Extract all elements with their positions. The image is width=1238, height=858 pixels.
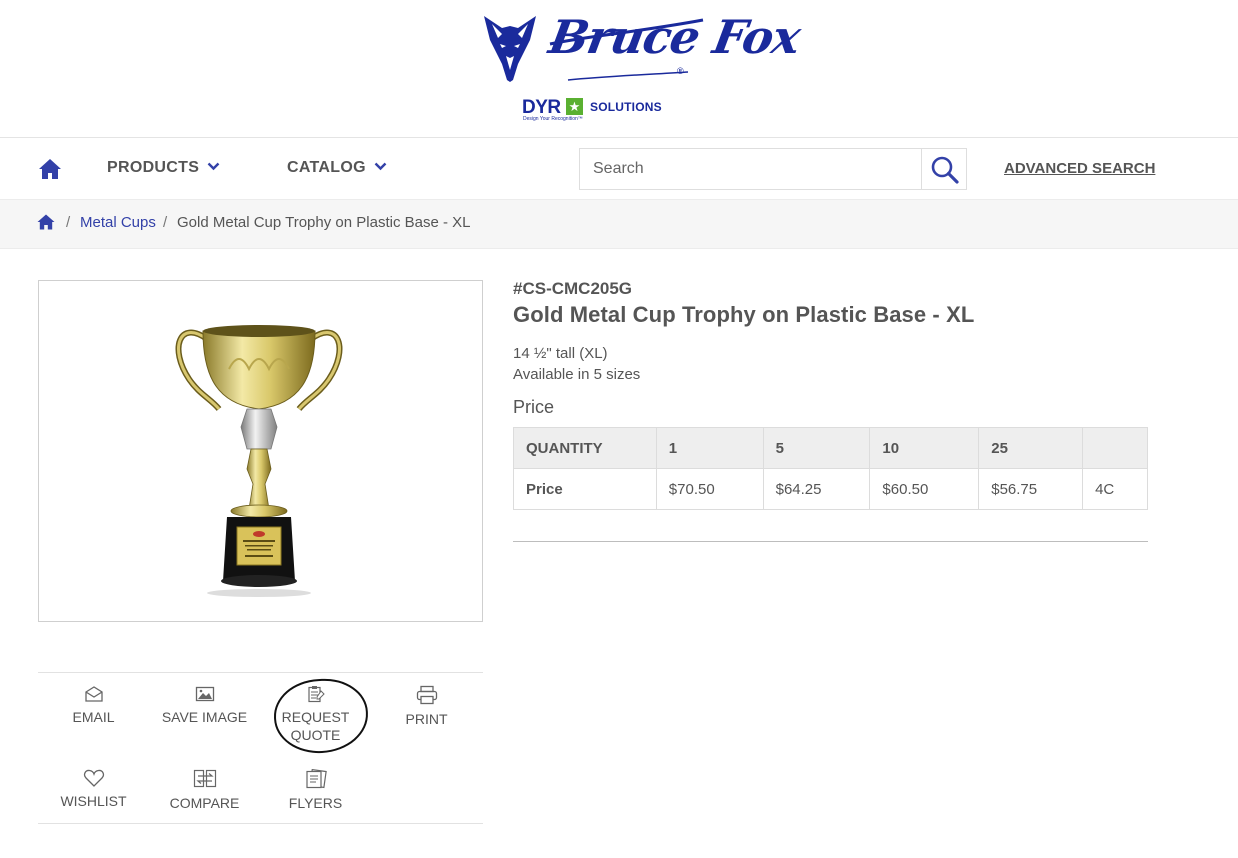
save-image-label: SAVE IMAGE [161, 709, 248, 725]
envelope-icon [84, 686, 103, 702]
printer-icon [416, 685, 437, 705]
dyr-solutions-logo: DYR ★ SOLUTIONS Design Your Recognition™ [522, 97, 667, 123]
table-header-cell: 10 [869, 427, 980, 469]
chevron-down-icon [374, 162, 387, 171]
product-image[interactable] [38, 280, 483, 622]
brand-name[interactable]: Bruce Fox [545, 10, 804, 64]
table-cell: 4C [1082, 468, 1148, 510]
table-cell: $64.25 [762, 468, 871, 510]
dyr-tagline: Design Your Recognition™ [523, 116, 583, 122]
home-icon[interactable] [38, 158, 62, 180]
dyr-solutions-text: SOLUTIONS [590, 100, 662, 114]
wishlist-button[interactable]: WISHLIST [38, 769, 149, 810]
request-quote-button[interactable]: REQUEST QUOTE [260, 685, 371, 744]
main-navbar: PRODUCTS CATALOG ADVANCED SEARCH [0, 137, 1238, 199]
breadcrumb-separator: / [163, 214, 168, 231]
breadcrumb-separator: / [66, 214, 71, 231]
breadcrumb-category-link[interactable]: Metal Cups [80, 214, 156, 231]
catalog-menu-label: CATALOG [287, 159, 366, 176]
flyers-button[interactable]: FLYERS [260, 769, 371, 812]
products-menu-label: PRODUCTS [107, 159, 200, 176]
print-label: PRINT [405, 711, 448, 727]
table-header-cell: 5 [762, 427, 871, 469]
price-heading: Price [513, 397, 555, 417]
compare-button[interactable]: COMPARE [149, 769, 260, 812]
table-header-cell [1082, 427, 1148, 469]
table-row: Price $70.50 $64.25 $60.50 $56.75 4C [513, 468, 1148, 510]
table-header-cell: 1 [655, 427, 764, 469]
catalog-menu[interactable]: CATALOG [287, 159, 387, 177]
product-sku: #CS-CMC205G [513, 279, 633, 298]
product-title: Gold Metal Cup Trophy on Plastic Base - … [513, 302, 975, 327]
flyers-icon [305, 769, 327, 789]
trophy-image [175, 325, 343, 597]
fox-logo-icon[interactable] [480, 12, 540, 84]
compare-label: COMPARE [169, 795, 240, 811]
site-header: Bruce Fox ® DYR ★ SOLUTIONS Design Your … [0, 0, 1238, 137]
print-button[interactable]: PRINT [371, 685, 482, 728]
heart-icon [83, 769, 104, 787]
image-icon [195, 686, 214, 702]
email-button[interactable]: EMAIL [38, 685, 149, 726]
chevron-down-icon [207, 162, 220, 171]
product-size: 14 ½" tall (XL) [513, 345, 608, 362]
flyers-label: FLYERS [288, 795, 343, 811]
price-table: QUANTITY 1 5 10 25 Price $70.50 $64.25 $… [513, 427, 1148, 510]
breadcrumb: / Metal Cups / Gold Metal Cup Trophy on … [0, 199, 1238, 249]
table-cell: $56.75 [978, 468, 1084, 510]
search-box [579, 148, 967, 190]
home-icon[interactable] [37, 214, 55, 230]
save-image-button[interactable]: SAVE IMAGE [149, 685, 260, 726]
advanced-search-link[interactable]: ADVANCED SEARCH [1004, 160, 1155, 177]
star-icon: ★ [566, 98, 583, 115]
wishlist-label: WISHLIST [60, 793, 127, 809]
registered-mark: ® [677, 66, 684, 76]
table-header-cell: QUANTITY [513, 427, 657, 469]
breadcrumb-current: Gold Metal Cup Trophy on Plastic Base - … [177, 214, 471, 231]
search-button[interactable] [921, 149, 966, 189]
search-input[interactable] [580, 149, 922, 189]
product-availability: Available in 5 sizes [513, 366, 641, 383]
products-menu[interactable]: PRODUCTS [107, 159, 220, 177]
compare-icon [193, 769, 216, 788]
table-header-cell: 25 [978, 427, 1084, 469]
divider [513, 541, 1148, 542]
table-row-label: Price [513, 468, 657, 510]
clipboard-icon [307, 686, 325, 703]
request-quote-label-line1: REQUEST [281, 709, 350, 725]
table-cell: $70.50 [655, 468, 764, 510]
email-label: EMAIL [72, 709, 115, 725]
table-cell: $60.50 [869, 468, 980, 510]
table-header-row: QUANTITY 1 5 10 25 [513, 427, 1148, 469]
request-quote-label-line2: QUOTE [290, 727, 341, 743]
product-actions: EMAIL SAVE IMAGE REQUEST QUOTE PRINT WIS… [38, 672, 483, 824]
search-icon [931, 156, 959, 184]
